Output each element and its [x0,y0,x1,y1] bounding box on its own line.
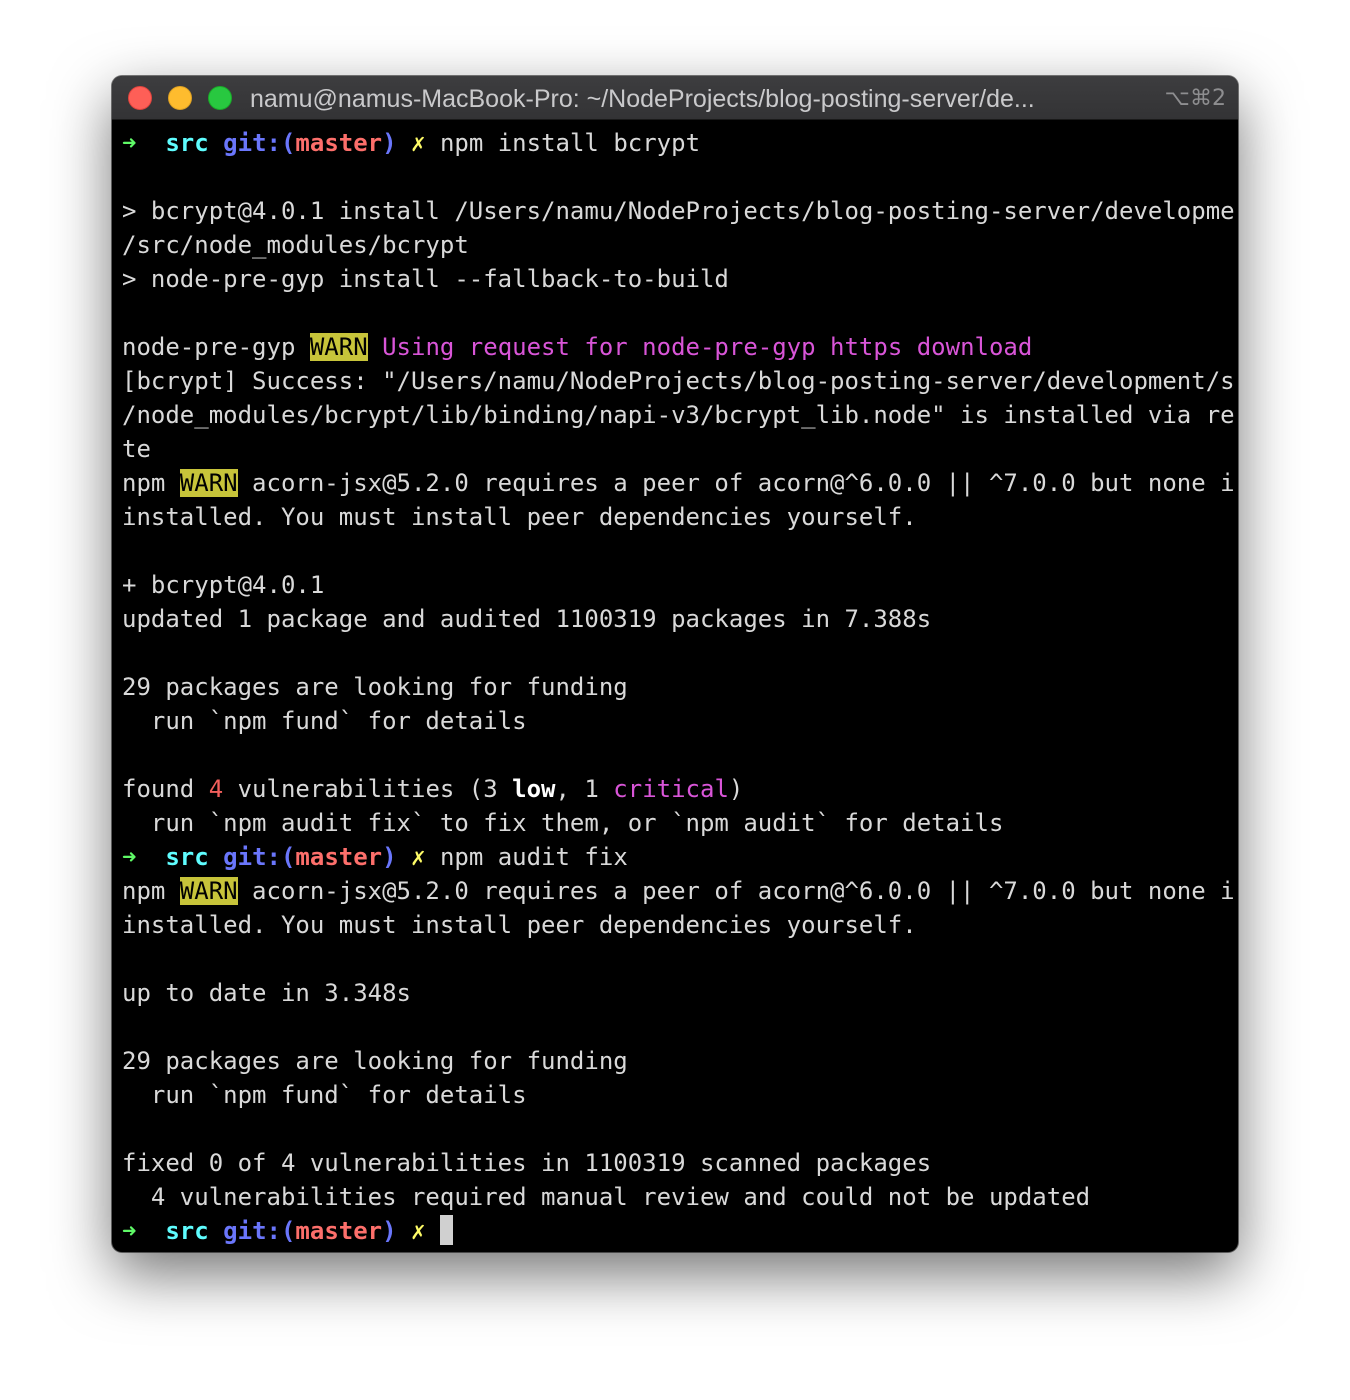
output-line: /src/node_modules/bcrypt [122,231,469,259]
output-line: te [122,435,151,463]
warn-badge: WARN [179,469,238,497]
prompt-directory: src [165,129,209,157]
output-line: run `npm fund` for details [122,1081,527,1109]
prompt-line: ➜ src git:(master) ✗ npm audit fix [122,840,1234,874]
prompt-arrow-icon: ➜ [122,1217,137,1245]
output-text: vulnerabilities (3 [223,775,513,803]
output-line: 4 vulnerabilities required manual review… [122,1183,1091,1211]
output-line: run `npm audit fix` to fix them, or `npm… [122,809,1004,837]
prompt-git-close: ) [382,843,397,871]
output-text: , 1 [555,775,614,803]
prompt-line: ➜ src git:(master) ✗ npm install bcrypt [122,126,1234,160]
title-bar[interactable]: namu@namus-MacBook-Pro: ~/NodeProjects/b… [112,76,1238,120]
output-line: fixed 0 of 4 vulnerabilities in 1100319 … [122,1149,932,1177]
severity-critical: critical [613,775,729,803]
prompt-line[interactable]: ➜ src git:(master) ✗ [122,1214,1234,1248]
prompt-dirty-icon: ✗ [411,129,426,157]
warn-message: Using request for node-pre-gyp https dow… [382,333,1033,361]
output-line: > node-pre-gyp install --fallback-to-bui… [122,265,729,293]
command-text: npm audit fix [439,843,628,871]
warn-line: npm WARN acorn-jsx@5.2.0 requires a peer… [122,466,1234,500]
window-title: namu@namus-MacBook-Pro: ~/NodeProjects/b… [250,85,1035,113]
terminal-window[interactable]: namu@namus-MacBook-Pro: ~/NodeProjects/b… [112,76,1238,1252]
output-line: [bcrypt] Success: "/Users/namu/NodeProje… [122,367,1234,395]
warn-badge: WARN [179,877,238,905]
output-text: npm [122,877,180,905]
output-line: installed. You must install peer depende… [122,911,917,939]
warn-line: node-pre-gyp WARN Using request for node… [122,330,1234,364]
terminal-output[interactable]: ➜ src git:(master) ✗ npm install bcrypt … [122,126,1234,1248]
output-line: 29 packages are looking for funding [122,673,628,701]
prompt-branch: master [295,843,383,871]
output-text: npm [122,469,180,497]
output-text: acorn-jsx@5.2.0 requires a peer of acorn… [237,469,1234,497]
prompt-dirty-icon: ✗ [411,843,426,871]
vulnerability-count: 4 [208,775,224,803]
window-shortcut-label: ⌥⌘2 [1164,86,1226,111]
severity-low: low [512,775,556,803]
minimize-window-button[interactable] [168,86,192,110]
prompt-git-label: git:( [223,1217,296,1245]
vulnerability-summary-line: found 4 vulnerabilities (3 low, 1 critic… [122,772,1234,806]
output-text: ) [728,775,744,803]
output-text: found [122,775,209,803]
output-text: node-pre-gyp [122,333,310,361]
close-window-button[interactable] [128,86,152,110]
prompt-arrow-icon: ➜ [122,843,137,871]
output-text: acorn-jsx@5.2.0 requires a peer of acorn… [237,877,1234,905]
command-text: npm install bcrypt [439,129,701,157]
warn-badge: WARN [309,333,368,361]
output-line: + bcrypt@4.0.1 [122,571,325,599]
output-line: > bcrypt@4.0.1 install /Users/namu/NodeP… [122,197,1234,225]
prompt-directory: src [165,843,209,871]
output-line: up to date in 3.348s [122,979,411,1007]
output-line: run `npm fund` for details [122,707,527,735]
prompt-directory: src [165,1217,209,1245]
output-line: updated 1 package and audited 1100319 pa… [122,605,932,633]
output-line: installed. You must install peer depende… [122,503,917,531]
prompt-git-label: git:( [223,129,296,157]
text-cursor[interactable] [439,1215,453,1245]
prompt-branch: master [295,129,383,157]
prompt-dirty-icon: ✗ [411,1217,426,1245]
maximize-window-button[interactable] [208,86,232,110]
warn-line: npm WARN acorn-jsx@5.2.0 requires a peer… [122,874,1234,908]
prompt-arrow-icon: ➜ [122,129,137,157]
prompt-git-close: ) [382,129,397,157]
prompt-branch: master [295,1217,383,1245]
output-line: /node_modules/bcrypt/lib/binding/napi-v3… [122,401,1234,429]
prompt-git-label: git:( [223,843,296,871]
prompt-git-close: ) [382,1217,397,1245]
output-line: 29 packages are looking for funding [122,1047,628,1075]
